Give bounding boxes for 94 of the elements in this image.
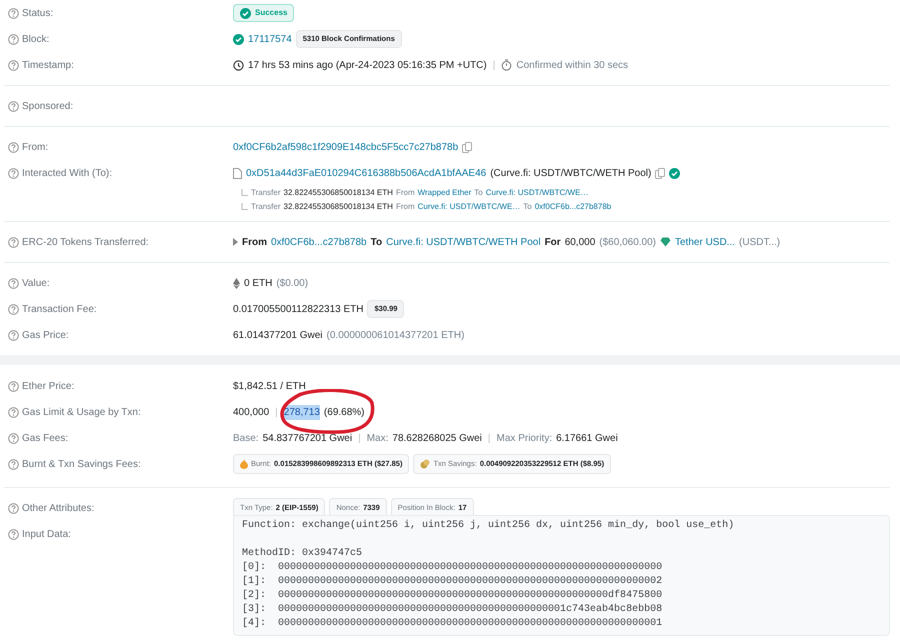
bold-text: From — [242, 236, 267, 250]
value-text: 54.837767201 Gwei — [262, 432, 352, 446]
field-label: Value: — [22, 276, 50, 290]
address-link[interactable]: 0xf0CF6b...c27b878b — [534, 201, 612, 213]
help-icon — [8, 380, 19, 392]
help-icon — [8, 34, 19, 44]
value-text: 32.822455306850018134 ETH — [284, 201, 393, 213]
address-link[interactable]: Wrapped Ether — [418, 187, 472, 199]
muted-text: To — [523, 201, 532, 213]
check-circle-icon — [669, 168, 680, 178]
address-link[interactable]: 17117574 — [248, 32, 292, 46]
field-label: From: — [22, 140, 48, 154]
value-text: 17 hrs 53 mins ago (Apr-24-2023 05:16:35 PM +UTC) — [248, 58, 487, 72]
address-link[interactable]: Tether USD... — [675, 234, 736, 250]
value-text: 61.014377201 Gwei — [233, 328, 323, 342]
value-text: 0 ETH — [244, 276, 272, 290]
help-icon — [8, 60, 19, 70]
value-text: 32.822455306850018134 ETH — [284, 187, 393, 199]
address-link[interactable]: Curve.fi: USDT/WBTC/WE… — [486, 187, 588, 199]
value-text: 400,000 — [233, 406, 270, 420]
function-signature-text: Function: exchange(uint256 i, uint256 j, uint256 dx, uint256 min_dy, bool use_eth) — [242, 519, 736, 533]
help-icon — [8, 278, 19, 288]
check-circle-icon — [240, 8, 251, 18]
diamond-icon — [660, 237, 671, 247]
address-link[interactable]: 0xD51a44d3FaE010294C616388b506AcdA1bfAAE46 — [246, 166, 486, 180]
help-icon — [8, 432, 19, 444]
help-icon — [8, 168, 19, 178]
muted-text: Confirmed within 30 secs — [516, 58, 628, 72]
muted-text: Base: — [233, 432, 259, 446]
help-icon — [8, 502, 19, 514]
muted-text: Transfer — [251, 201, 280, 213]
field-label: Sponsored: — [22, 100, 74, 114]
field-label: ERC-20 Tokens Transferred: — [22, 236, 149, 250]
stopwatch-icon — [501, 59, 512, 71]
copy-icon — [462, 142, 472, 152]
check-circle-icon — [233, 34, 244, 44]
help-icon — [8, 528, 19, 540]
address-link[interactable]: Curve.fi: USDT/WBTC/WETH Pool — [386, 234, 541, 250]
field-label: Input Data: — [22, 528, 71, 542]
ethereum-icon — [233, 278, 240, 288]
field-label: Interacted With (To): — [22, 166, 112, 180]
help-icon — [8, 142, 19, 152]
muted-text: (USDT...) — [739, 236, 780, 250]
status-badge: Success — [233, 4, 294, 22]
field-label: Other Attributes: — [22, 502, 94, 516]
muted-text: ($0.00) — [276, 276, 308, 290]
value-text: 78.628268025 Gwei — [392, 432, 482, 446]
help-icon — [8, 406, 19, 418]
muted-text: Max Priority: — [496, 432, 552, 446]
muted-text: Max: — [366, 432, 388, 446]
value-text: $1,842.51 / ETH — [233, 380, 306, 394]
address-link[interactable]: 0xf0CF6b...c27b878b — [271, 234, 367, 250]
help-icon — [8, 8, 19, 18]
value-text: (69.68%) — [324, 406, 364, 420]
muted-text: To — [474, 187, 483, 199]
value-text: 0.017005500112822313 ETH — [233, 302, 364, 316]
separator-text: | — [274, 406, 279, 420]
clock-icon — [233, 60, 244, 70]
value-text: (Curve.fi: USDT/WBTC/WETH Pool) — [490, 166, 652, 180]
field-label: Status: — [22, 6, 54, 20]
caret-icon — [233, 238, 238, 246]
field-label: Gas Fees: — [22, 432, 68, 446]
help-icon — [8, 236, 19, 248]
address-link[interactable]: Curve.fi: USDT/WBTC/WE… — [418, 201, 520, 213]
input-data-text: MethodID: 0x394747c5 [0]: 0000000000000000000000000000000000000000000000000000000000000000 [1]: 0000000000000000000000000000000000000000000000000000000000000002 [2]: 0000000000000000000000000000000000000000000000000000000df8475800 [3]: 000000000000000000000000000000000000000000000001c743eab4bc8ebb08 [4]: 0000000000000000000000000000000000000000000000000000000000000001 — [242, 547, 664, 631]
field-label: Transaction Fee: — [22, 302, 97, 316]
muted-text: From — [396, 187, 415, 199]
help-icon — [8, 304, 19, 314]
field-label: Timestamp: — [22, 58, 74, 72]
muted-text: Transfer — [251, 187, 280, 199]
field-label: Ether Price: — [22, 380, 74, 394]
flame-icon — [240, 459, 248, 469]
muted-text: From — [396, 201, 415, 213]
separator-text: | — [486, 432, 492, 446]
bold-text: To — [370, 236, 382, 250]
copy-icon — [655, 168, 666, 178]
bold-text: For — [544, 236, 561, 250]
help-icon — [8, 458, 19, 470]
address-link[interactable]: 0xf0CF6b2af598c1f2909E148cbc5F5cc7c27b878b — [233, 140, 458, 154]
separator-text: | — [357, 432, 362, 446]
file-icon — [233, 168, 242, 178]
muted-text: (0.000000061014377201 ETH) — [326, 328, 464, 342]
field-label: Gas Price: — [22, 328, 69, 342]
value-text: 6.17661 Gwei — [556, 432, 618, 446]
help-icon — [8, 100, 19, 112]
help-icon — [8, 330, 19, 340]
field-label: Block: — [22, 32, 50, 46]
muted-text: ($60,060.00) — [599, 236, 656, 250]
field-label: Burnt & Txn Savings Fees: — [22, 458, 141, 472]
field-label: Gas Limit & Usage by Txn: — [22, 406, 141, 420]
coins-icon — [420, 459, 430, 469]
selected-text: 278,713 — [284, 404, 320, 420]
separator-text: | — [492, 58, 496, 72]
value-text: 60,000 — [564, 236, 596, 250]
